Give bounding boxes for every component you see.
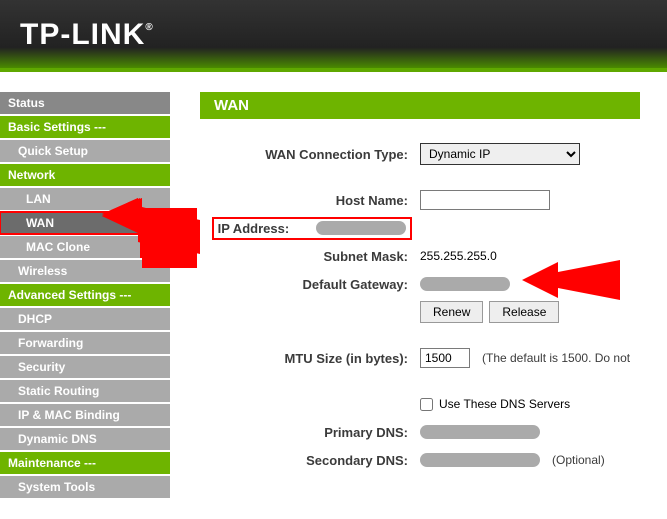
optional-hint: (Optional) — [552, 453, 605, 467]
sidebar-item-ip-mac-binding[interactable]: IP & MAC Binding — [0, 404, 170, 426]
header: TP-LINK® — [0, 0, 667, 72]
row-mtu: MTU Size (in bytes): (The default is 150… — [200, 347, 667, 369]
sidebar-item-dhcp[interactable]: DHCP — [0, 308, 170, 330]
arrow-right-wrap — [522, 252, 622, 325]
gateway-value-obscured — [420, 277, 510, 291]
label-conn-type: WAN Connection Type: — [200, 147, 420, 162]
mtu-input[interactable] — [420, 348, 470, 368]
sidebar-item-forwarding[interactable]: Forwarding — [0, 332, 170, 354]
renew-button[interactable]: Renew — [420, 301, 483, 323]
label-mtu: MTU Size (in bytes): — [200, 351, 420, 366]
row-secondary-dns: Secondary DNS: (Optional) — [200, 449, 667, 471]
sidebar-item-security[interactable]: Security — [0, 356, 170, 378]
sidebar-item-status[interactable]: Status — [0, 92, 170, 114]
page-title: WAN — [200, 92, 640, 119]
sidebar-item-advanced-settings[interactable]: Advanced Settings --- — [0, 284, 170, 306]
primary-dns-obscured — [420, 425, 540, 439]
label-host-name: Host Name: — [200, 193, 420, 208]
label-gateway: Default Gateway: — [200, 277, 420, 292]
sidebar-item-maintenance[interactable]: Maintenance --- — [0, 452, 170, 474]
row-ip-address: IP Address: — [200, 217, 667, 239]
row-conn-type: WAN Connection Type: Dynamic IP — [200, 143, 667, 165]
sidebar-item-network[interactable]: Network — [0, 164, 170, 186]
arrow-left-wrap — [102, 198, 202, 271]
dns-check-label: Use These DNS Servers — [439, 397, 570, 411]
row-primary-dns: Primary DNS: — [200, 421, 667, 443]
row-host-name: Host Name: — [200, 189, 667, 211]
sidebar-item-static-routing[interactable]: Static Routing — [0, 380, 170, 402]
label-primary-dns: Primary DNS: — [200, 425, 420, 440]
brand-logo: TP-LINK® — [0, 0, 667, 52]
conn-type-select[interactable]: Dynamic IP — [420, 143, 580, 165]
host-name-input[interactable] — [420, 190, 550, 210]
row-dns-check: Use These DNS Servers — [200, 393, 667, 415]
secondary-dns-obscured — [420, 453, 540, 467]
subnet-value: 255.255.255.0 — [420, 249, 497, 263]
label-ip: IP Address: — [218, 221, 290, 236]
sidebar: StatusBasic Settings ---Quick SetupNetwo… — [0, 72, 170, 515]
dns-checkbox[interactable] — [420, 398, 433, 411]
sidebar-item-dynamic-dns[interactable]: Dynamic DNS — [0, 428, 170, 450]
sidebar-item-system-tools[interactable]: System Tools — [0, 476, 170, 498]
label-secondary-dns: Secondary DNS: — [200, 453, 420, 468]
label-subnet: Subnet Mask: — [200, 249, 420, 264]
mtu-hint: (The default is 1500. Do not — [482, 351, 630, 365]
sidebar-item-basic-settings[interactable]: Basic Settings --- — [0, 116, 170, 138]
ip-value-obscured — [316, 221, 406, 235]
ip-highlight-box: IP Address: — [216, 221, 408, 236]
sidebar-item-quick-setup[interactable]: Quick Setup — [0, 140, 170, 162]
